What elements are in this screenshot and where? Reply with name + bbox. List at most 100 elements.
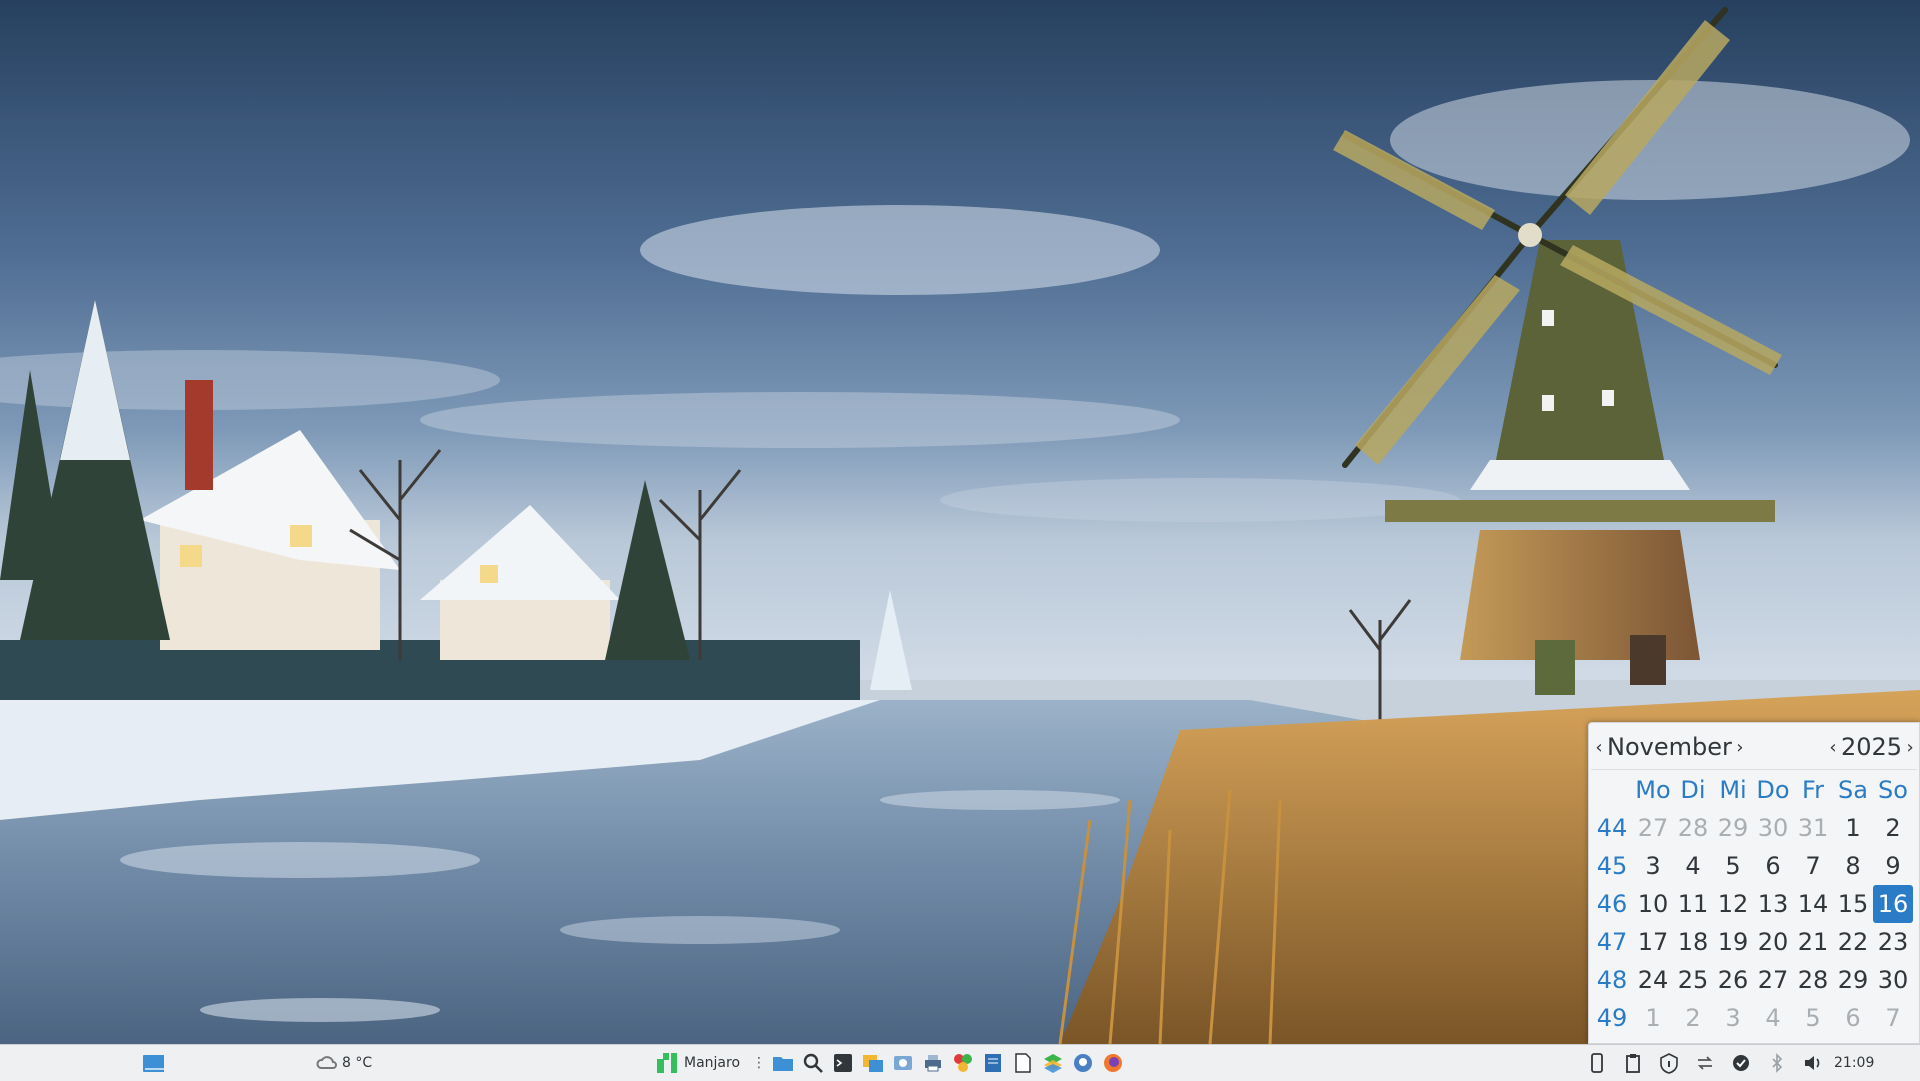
weekday-header: Mi [1719,776,1747,804]
taskbar: 8 °C Manjaro ⋮ 21:09 [0,1044,1920,1081]
calendar-day[interactable]: 27 [1753,961,1793,999]
document-icon[interactable] [1012,1052,1034,1074]
bluetooth-icon[interactable] [1766,1052,1788,1074]
calendar-day[interactable]: 30 [1753,809,1793,847]
weekday-header: So [1878,776,1908,804]
calendar-day[interactable]: 5 [1793,999,1833,1037]
desktop-icon [143,1055,164,1072]
next-month-icon[interactable]: › [1734,737,1746,758]
calendar-day[interactable]: 25 [1673,961,1713,999]
calendar-corner [1591,771,1633,809]
weekday-header: Di [1680,776,1706,804]
file-explorer-icon[interactable] [862,1052,884,1074]
calendar-day[interactable]: 2 [1873,809,1913,847]
week-number: 49 [1596,1004,1628,1032]
week-number: 45 [1596,852,1628,880]
next-year-icon[interactable]: › [1904,737,1916,758]
printer-icon[interactable] [922,1052,944,1074]
week-number: 44 [1596,814,1628,842]
calendar-day[interactable]: 6 [1753,847,1793,885]
prev-year-icon[interactable]: ‹ [1827,737,1839,758]
calendar-day[interactable]: 9 [1873,847,1913,885]
application-launcher[interactable]: Manjaro [656,1045,740,1081]
weather-cloud-icon [316,1056,337,1069]
weekday-header: Sa [1838,776,1868,804]
calendar-day[interactable]: 4 [1673,847,1713,885]
calendar-day[interactable]: 15 [1833,885,1873,923]
calendar-popup: ‹ November › ‹ 2025 › Mo Di Mi Do Fr Sa So 44 27… [1588,722,1920,1044]
month-label[interactable]: November [1605,733,1734,761]
weather-temperature: 8 °C [342,1055,373,1071]
month-navigator: ‹ November › [1593,729,1746,765]
calendar-day[interactable]: 2 [1673,999,1713,1037]
calendar-day[interactable]: 30 [1873,961,1913,999]
layers-icon[interactable] [1042,1052,1064,1074]
calendar-day[interactable]: 1 [1833,809,1873,847]
calendar-divider [1591,769,1917,770]
phone-icon[interactable] [1586,1052,1608,1074]
calendar-day[interactable]: 28 [1673,809,1713,847]
file-manager-icon[interactable] [772,1052,794,1074]
quick-launch-bar [772,1045,1124,1081]
calendar-day[interactable]: 26 [1713,961,1753,999]
calendar-day[interactable]: 29 [1833,961,1873,999]
calendar-day[interactable]: 28 [1793,961,1833,999]
text-editor-icon[interactable] [982,1052,1004,1074]
calendar-day[interactable]: 14 [1793,885,1833,923]
weekday-header: Fr [1802,776,1824,804]
weekday-header: Do [1756,776,1790,804]
calendar-day[interactable]: 1 [1633,999,1673,1037]
calendar-day[interactable]: 6 [1833,999,1873,1037]
calendar-day[interactable]: 19 [1713,923,1753,961]
calendar-day[interactable]: 12 [1713,885,1753,923]
calendar-day[interactable]: 23 [1873,923,1913,961]
weather-widget[interactable]: 8 °C [316,1045,372,1081]
calendar-day[interactable]: 10 [1633,885,1673,923]
weekday-header: Mo [1635,776,1671,804]
screenshot-icon[interactable] [892,1052,914,1074]
calendar-day[interactable]: 29 [1713,809,1753,847]
calendar-grid: Mo Di Mi Do Fr Sa So 44 27 28 29 30 31 1 2 45 3 4 5 6 7 8 9 46 1… [1591,771,1913,1037]
network-sync-icon[interactable] [1694,1052,1716,1074]
calendar-day[interactable]: 20 [1753,923,1793,961]
calendar-day[interactable]: 3 [1633,847,1673,885]
calendar-day[interactable]: 7 [1873,999,1913,1037]
firefox-icon[interactable] [1102,1052,1124,1074]
volume-icon[interactable] [1802,1052,1824,1074]
update-check-icon[interactable] [1730,1052,1752,1074]
week-number: 46 [1596,890,1628,918]
year-navigator: ‹ 2025 › [1827,729,1916,765]
color-picker-icon[interactable] [952,1052,974,1074]
calendar-day-today[interactable]: 16 [1873,885,1913,923]
launcher-label: Manjaro [684,1055,741,1071]
calendar-day[interactable]: 7 [1793,847,1833,885]
system-tray [1586,1045,1824,1081]
launcher-handle-icon[interactable]: ⋮ [752,1045,766,1081]
calendar-day[interactable]: 11 [1673,885,1713,923]
clipboard-icon[interactable] [1622,1052,1644,1074]
calendar-day[interactable]: 3 [1713,999,1753,1037]
clock-time: 21:09 [1834,1055,1875,1071]
week-number: 48 [1596,966,1628,994]
manjaro-logo-icon [657,1053,677,1073]
calendar-day[interactable]: 31 [1793,809,1833,847]
calendar-day[interactable]: 27 [1633,809,1673,847]
calendar-day[interactable]: 24 [1633,961,1673,999]
year-label[interactable]: 2025 [1839,733,1904,761]
calendar-day[interactable]: 4 [1753,999,1793,1037]
show-desktop-button[interactable] [142,1045,164,1081]
info-icon[interactable] [1658,1052,1680,1074]
github-icon[interactable] [1072,1052,1094,1074]
calendar-day[interactable]: 17 [1633,923,1673,961]
calendar-day[interactable]: 5 [1713,847,1753,885]
calendar-day[interactable]: 21 [1793,923,1833,961]
week-number: 47 [1596,928,1628,956]
terminal-icon[interactable] [832,1052,854,1074]
calendar-day[interactable]: 13 [1753,885,1793,923]
calendar-day[interactable]: 8 [1833,847,1873,885]
calendar-day[interactable]: 18 [1673,923,1713,961]
calendar-day[interactable]: 22 [1833,923,1873,961]
prev-month-icon[interactable]: ‹ [1593,737,1605,758]
digital-clock[interactable]: 21:09 [1834,1045,1874,1081]
search-icon[interactable] [802,1052,824,1074]
